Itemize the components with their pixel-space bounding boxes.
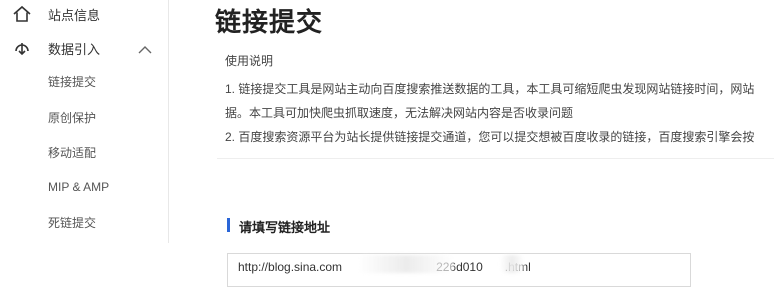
- sidebar-item-dead-link[interactable]: 死链提交: [0, 211, 168, 233]
- sidebar-item-label: MIP & AMP: [48, 180, 110, 194]
- page-title: 链接提交: [215, 7, 324, 37]
- sidebar-group-data-import[interactable]: 数据引入: [0, 36, 168, 60]
- divider: [217, 158, 774, 159]
- sidebar-item-label: 死链提交: [48, 215, 97, 230]
- sidebar-item-label: 原创保护: [48, 110, 97, 125]
- sidebar-item-mip-amp[interactable]: MIP & AMP: [0, 176, 168, 198]
- redaction-blur: [358, 255, 454, 273]
- home-icon: [12, 4, 32, 24]
- data-import-icon: [12, 38, 32, 58]
- main-content: 链接提交 使用说明 1. 链接提交工具是网站主动向百度搜索推送数据的工具，本工具…: [169, 0, 774, 287]
- sidebar-group-label: 数据引入: [48, 41, 101, 57]
- chevron-up-icon[interactable]: [138, 42, 152, 60]
- url-text-prefix: http://blog.sina.com: [238, 260, 343, 274]
- sidebar-item-original-protect[interactable]: 原创保护: [0, 106, 168, 128]
- sidebar-item-site-info[interactable]: 站点信息: [0, 2, 168, 26]
- sidebar-item-mobile-adapt[interactable]: 移动适配: [0, 141, 168, 163]
- url-input[interactable]: http://blog.sina.com226d010.html: [227, 253, 691, 287]
- redaction-blur: [500, 255, 524, 273]
- usage-line: 1. 链接提交工具是网站主动向百度搜索推送数据的工具，本工具可缩短爬虫发现网站链…: [225, 82, 755, 96]
- sidebar-item-link-submit[interactable]: 链接提交: [0, 70, 168, 92]
- usage-title: 使用说明: [225, 54, 274, 68]
- section-title: 请填写链接地址: [239, 220, 331, 235]
- sidebar-item-label: 链接提交: [48, 74, 97, 89]
- section-accent-bar: [227, 218, 230, 232]
- sidebar-item-label: 站点信息: [48, 7, 101, 23]
- sidebar-item-label: 移动适配: [48, 145, 97, 160]
- sidebar: 站点信息 数据引入 链接提交 原创保护 移动适配 MIP & AMP 死链提交: [0, 0, 169, 243]
- usage-line: 2. 百度搜索资源平台为站长提供链接提交通道，您可以提交想被百度收录的链接，百度…: [225, 130, 755, 144]
- usage-line: 据。本工具可加快爬虫抓取速度，无法解决网站内容是否收录问题: [225, 106, 574, 120]
